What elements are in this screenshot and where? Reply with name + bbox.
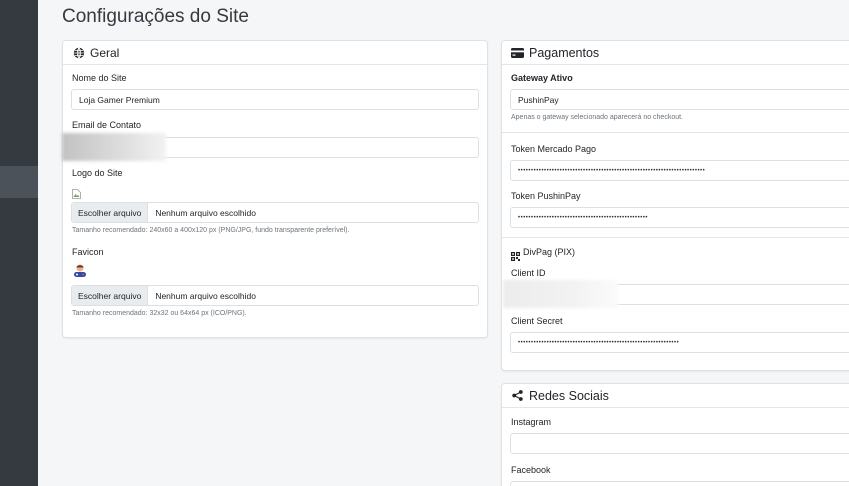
favicon-file-name: Nenhum arquivo escolhido bbox=[155, 290, 256, 301]
logo-label: Logo do Site bbox=[72, 168, 123, 178]
logo-help: Tamanho recomendado: 240x60 a 400x120 px… bbox=[72, 227, 350, 234]
redes-sociais-title: Redes Sociais bbox=[529, 388, 609, 403]
pushinpay-token-label: Token PushinPay bbox=[511, 191, 581, 201]
logo-choose-button[interactable]: Escolher arquivo bbox=[72, 203, 149, 222]
share-icon bbox=[511, 389, 524, 402]
favicon-label: Favicon bbox=[72, 247, 104, 257]
client-id-label: Client ID bbox=[511, 268, 546, 278]
divpag-title: DivPag (PIX) bbox=[523, 247, 576, 257]
geral-header: Geral bbox=[63, 41, 487, 65]
client-secret-label: Client Secret bbox=[511, 316, 563, 326]
credit-card-icon bbox=[511, 46, 524, 59]
mp-token-input[interactable]: ••••••••••••••••••••••••••••••••••••••••… bbox=[510, 160, 849, 181]
favicon-help: Tamanho recomendado: 32x32 ou 64x64 px (… bbox=[72, 310, 247, 317]
instagram-input[interactable] bbox=[510, 433, 849, 454]
favicon-choose-button[interactable]: Escolher arquivo bbox=[72, 286, 149, 305]
logo-file-input[interactable]: Escolher arquivo Nenhum arquivo escolhid… bbox=[71, 202, 479, 223]
gateway-label: Gateway Ativo bbox=[511, 73, 573, 83]
gateway-select[interactable]: PushinPay bbox=[510, 89, 849, 110]
sidebar bbox=[0, 0, 38, 486]
site-name-label: Nome do Site bbox=[72, 73, 127, 83]
pagamentos-title: Pagamentos bbox=[529, 45, 600, 60]
redacted-email bbox=[62, 133, 166, 161]
mp-token-label: Token Mercado Pago bbox=[511, 144, 597, 154]
redes-sociais-header: Redes Sociais bbox=[502, 384, 849, 408]
gamer-avatar-icon bbox=[72, 263, 88, 279]
pagamentos-header: Pagamentos bbox=[502, 41, 849, 65]
page-title: Configurações do Site bbox=[62, 6, 249, 27]
qr-code-icon bbox=[511, 248, 520, 261]
globe-icon bbox=[72, 46, 85, 59]
facebook-input[interactable] bbox=[510, 481, 849, 486]
geral-title: Geral bbox=[90, 45, 120, 60]
favicon-file-input[interactable]: Escolher arquivo Nenhum arquivo escolhid… bbox=[71, 285, 479, 306]
divider bbox=[501, 132, 849, 133]
client-secret-input[interactable]: ••••••••••••••••••••••••••••••••••••••••… bbox=[510, 332, 849, 353]
divider bbox=[501, 237, 849, 238]
email-label: Email de Contato bbox=[72, 120, 142, 130]
site-name-input[interactable]: Loja Gamer Premium bbox=[71, 89, 479, 110]
sidebar-active-item[interactable] bbox=[0, 166, 38, 198]
redacted-client-id bbox=[503, 280, 618, 308]
broken-image-icon bbox=[72, 186, 81, 199]
pushinpay-token-input[interactable]: ••••••••••••••••••••••••••••••••••••••••… bbox=[510, 207, 849, 228]
instagram-label: Instagram bbox=[511, 417, 552, 427]
facebook-label: Facebook bbox=[511, 465, 551, 475]
gateway-help: Apenas o gateway selecionado aparecerá n… bbox=[511, 114, 684, 121]
logo-file-name: Nenhum arquivo escolhido bbox=[155, 207, 256, 218]
